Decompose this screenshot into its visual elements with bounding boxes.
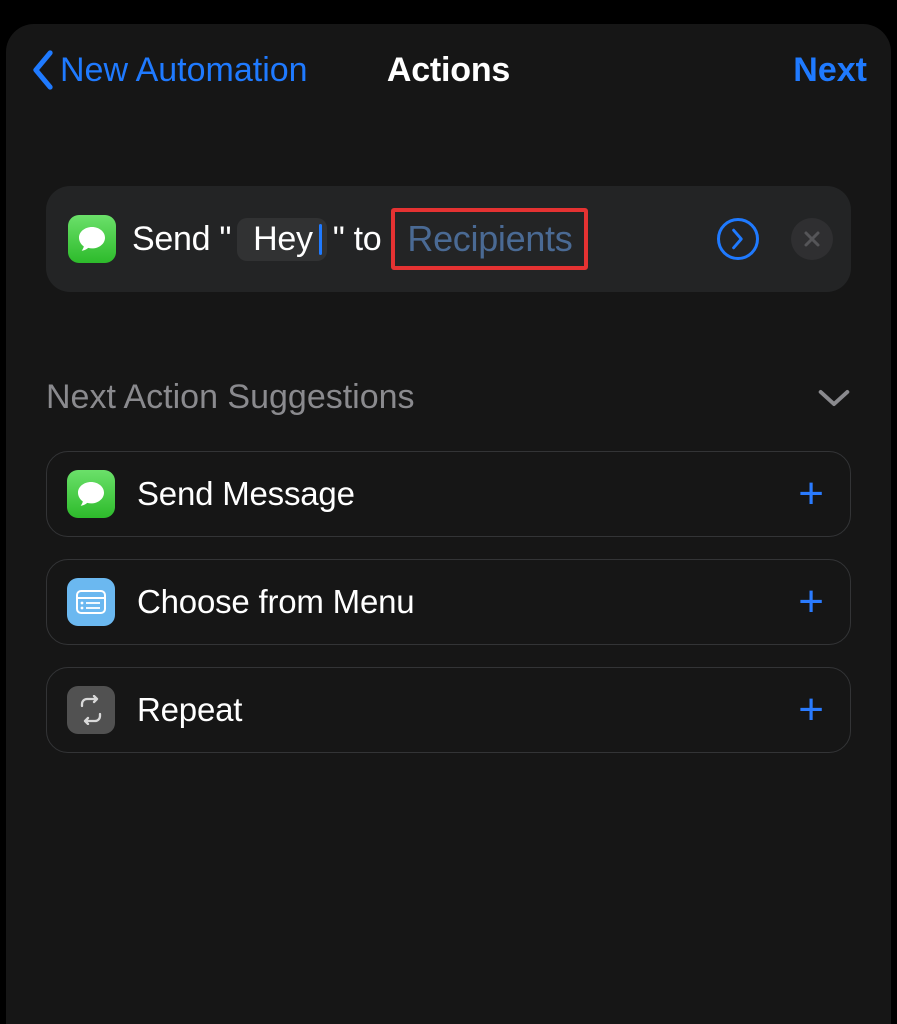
expand-action-button[interactable] <box>717 218 759 260</box>
menu-app-icon <box>67 578 115 626</box>
close-icon <box>803 230 821 248</box>
messages-app-icon <box>67 470 115 518</box>
chevron-right-icon <box>730 228 746 250</box>
suggestion-label: Repeat <box>137 691 776 729</box>
recipients-highlight-box: Recipients <box>391 208 588 270</box>
content-area: Send " Hey " to Recipients Next Action S… <box>6 186 891 753</box>
suggestions-header[interactable]: Next Action Suggestions <box>46 378 851 417</box>
next-button[interactable]: Next <box>793 51 867 90</box>
chevron-down-icon <box>817 387 851 409</box>
send-message-action-card[interactable]: Send " Hey " to Recipients <box>46 186 851 292</box>
suggestion-choose-from-menu[interactable]: Choose from Menu + <box>46 559 851 645</box>
suggestion-label: Send Message <box>137 475 776 513</box>
text-cursor <box>319 224 322 255</box>
repeat-app-icon <box>67 686 115 734</box>
suggestion-list: Send Message + Choose from Menu + Repeat… <box>46 451 851 753</box>
messages-app-icon <box>68 215 116 263</box>
plus-icon: + <box>798 688 824 732</box>
action-sentence: Send " Hey " to Recipients <box>132 208 683 270</box>
back-label: New Automation <box>60 51 308 90</box>
suggestion-send-message[interactable]: Send Message + <box>46 451 851 537</box>
suggestion-label: Choose from Menu <box>137 583 776 621</box>
plus-icon: + <box>798 580 824 624</box>
suggestions-title: Next Action Suggestions <box>46 378 415 417</box>
chevron-left-icon <box>30 50 56 90</box>
navigation-bar: New Automation Actions Next <box>6 24 891 116</box>
automation-sheet: New Automation Actions Next Send " Hey "… <box>6 24 891 1024</box>
action-mid-text: " to <box>333 220 382 259</box>
action-prefix-text: Send " <box>132 220 231 259</box>
back-button[interactable]: New Automation <box>30 50 308 90</box>
recipients-placeholder[interactable]: Recipients <box>407 218 572 259</box>
suggestion-repeat[interactable]: Repeat + <box>46 667 851 753</box>
message-value: Hey <box>253 220 313 259</box>
plus-icon: + <box>798 472 824 516</box>
delete-action-button[interactable] <box>791 218 833 260</box>
message-input-chip[interactable]: Hey <box>237 218 327 261</box>
